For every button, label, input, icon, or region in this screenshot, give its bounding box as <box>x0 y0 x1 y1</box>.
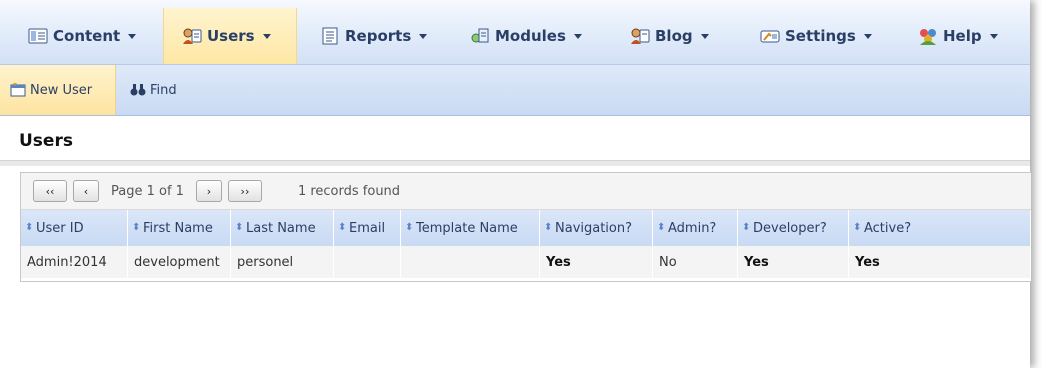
table-row[interactable]: Admin!2014 development personel Yes No Y… <box>21 246 1031 278</box>
column-label: User ID <box>36 220 84 236</box>
chevron-down-icon <box>863 33 872 39</box>
cell-admin: No <box>652 246 738 278</box>
chevron-down-icon <box>419 33 428 39</box>
new-user-label: New User <box>30 82 93 98</box>
menu-content-label: Content <box>53 27 121 45</box>
cell-developer: Yes <box>737 246 849 278</box>
cell-active: Yes <box>848 246 1031 278</box>
menu-content[interactable]: Content <box>20 8 158 64</box>
sort-icon: ⬍ <box>338 222 347 233</box>
menu-modules[interactable]: Modules <box>462 8 610 64</box>
sort-icon: ⬍ <box>132 222 141 233</box>
menu-blog[interactable]: Blog <box>622 8 742 64</box>
help-icon <box>920 29 936 45</box>
column-label: First Name <box>143 220 213 236</box>
users-grid: ‹‹ ‹ Page 1 of 1 › ›› 1 records found ⬍ U… <box>20 172 1031 282</box>
find-button[interactable]: Find <box>124 65 194 115</box>
chevron-down-icon <box>700 33 709 39</box>
column-label: Navigation? <box>555 220 633 236</box>
chevron-down-icon <box>128 33 137 39</box>
new-user-icon <box>10 83 26 97</box>
menu-help-label: Help <box>943 27 982 45</box>
toolbar: New User Find <box>0 65 1030 116</box>
column-header-user-id[interactable]: ⬍ User ID <box>21 210 128 246</box>
sort-icon: ⬍ <box>25 222 34 233</box>
chevron-down-icon <box>573 33 582 39</box>
sort-icon: ⬍ <box>742 222 751 233</box>
menu-blog-label: Blog <box>655 27 693 45</box>
cell-user-id: Admin!2014 <box>21 246 128 278</box>
cell-email <box>333 246 401 278</box>
column-label: Last Name <box>246 220 316 236</box>
page-title: Users <box>19 131 73 151</box>
find-label: Find <box>150 82 177 98</box>
menu-modules-label: Modules <box>495 27 566 45</box>
column-label: Email <box>349 220 386 236</box>
app-window: Content Users Reports Modules Blog Setti… <box>0 0 1031 368</box>
column-header-developer[interactable]: ⬍ Developer? <box>737 210 849 246</box>
pager: ‹‹ ‹ Page 1 of 1 › ›› 1 records found <box>21 173 1031 210</box>
settings-icon <box>760 30 780 43</box>
cell-last-name: personel <box>230 246 334 278</box>
column-header-first-name[interactable]: ⬍ First Name <box>127 210 231 246</box>
column-label: Developer? <box>753 220 827 236</box>
chevron-down-icon <box>262 33 271 39</box>
column-header-last-name[interactable]: ⬍ Last Name <box>230 210 334 246</box>
column-header-navigation[interactable]: ⬍ Navigation? <box>539 210 653 246</box>
column-label: Admin? <box>668 220 717 236</box>
title-divider <box>0 160 1030 166</box>
column-header-template-name[interactable]: ⬍ Template Name <box>400 210 540 246</box>
menu-reports-label: Reports <box>345 27 412 45</box>
sort-icon: ⬍ <box>544 222 553 233</box>
users-icon <box>183 28 202 44</box>
sort-icon: ⬍ <box>405 222 414 233</box>
first-page-button[interactable]: ‹‹ <box>33 180 67 202</box>
new-user-button[interactable]: New User <box>0 65 116 115</box>
next-page-button[interactable]: › <box>195 180 222 202</box>
menu-help[interactable]: Help <box>910 8 1020 64</box>
column-header-email[interactable]: ⬍ Email <box>333 210 401 246</box>
cell-first-name: development <box>127 246 231 278</box>
users-table: ⬍ User ID ⬍ First Name ⬍ Last Name ⬍ Email ⬍… <box>21 210 1031 278</box>
records-count: 1 records found <box>297 183 401 199</box>
column-label: Template Name <box>416 220 518 236</box>
menu-users[interactable]: Users <box>163 8 297 64</box>
menu-reports[interactable]: Reports <box>312 8 452 64</box>
last-page-button[interactable]: ›› <box>227 180 262 202</box>
menu-users-label: Users <box>207 27 255 45</box>
modules-icon <box>471 28 489 43</box>
column-header-active[interactable]: ⬍ Active? <box>848 210 1031 246</box>
cell-template-name <box>400 246 540 278</box>
chevron-down-icon <box>989 33 998 39</box>
sort-icon: ⬍ <box>853 222 862 233</box>
binoculars-icon <box>130 84 146 96</box>
menu-settings-label: Settings <box>785 27 856 45</box>
menu-settings[interactable]: Settings <box>752 8 892 64</box>
page-indicator: Page 1 of 1 <box>111 183 184 199</box>
sort-icon: ⬍ <box>657 222 666 233</box>
column-header-admin[interactable]: ⬍ Admin? <box>652 210 738 246</box>
main-menu-bar: Content Users Reports Modules Blog Setti… <box>0 0 1030 65</box>
column-label: Active? <box>864 220 912 236</box>
header-row: ⬍ User ID ⬍ First Name ⬍ Last Name ⬍ Email ⬍… <box>21 210 1031 246</box>
content-icon <box>28 28 48 44</box>
blog-icon <box>631 28 650 44</box>
reports-icon <box>322 27 338 45</box>
cell-navigation: Yes <box>539 246 653 278</box>
sort-icon: ⬍ <box>235 222 244 233</box>
prev-page-button[interactable]: ‹ <box>73 180 99 202</box>
